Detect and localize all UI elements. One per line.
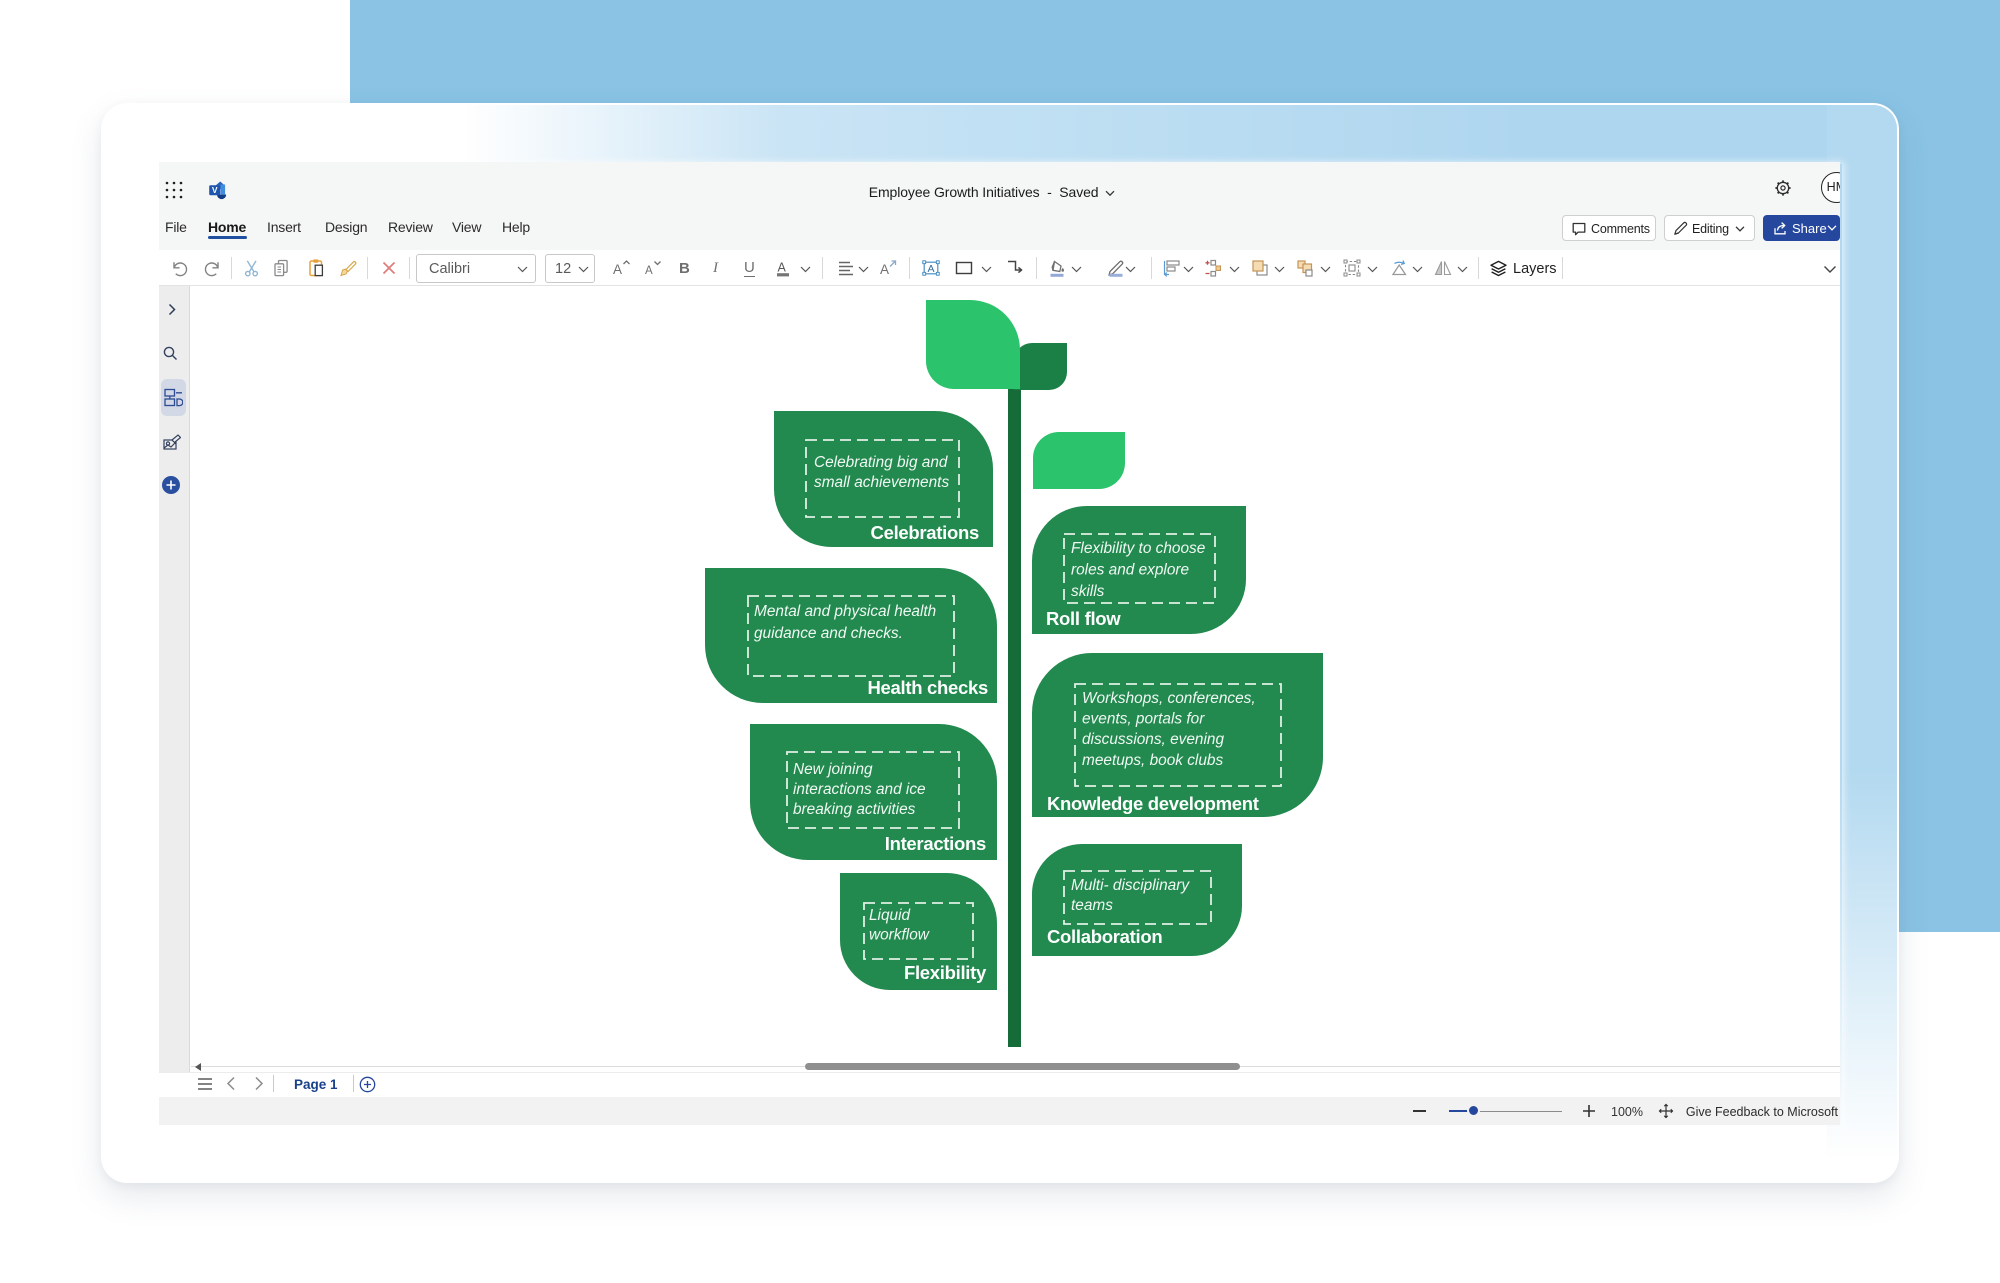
svg-text:A: A [778, 261, 787, 275]
svg-text:A: A [645, 265, 653, 277]
svg-text:A: A [927, 263, 934, 275]
svg-text:A: A [613, 262, 622, 277]
svg-text:V: V [212, 185, 218, 195]
svg-text:A: A [880, 262, 889, 277]
